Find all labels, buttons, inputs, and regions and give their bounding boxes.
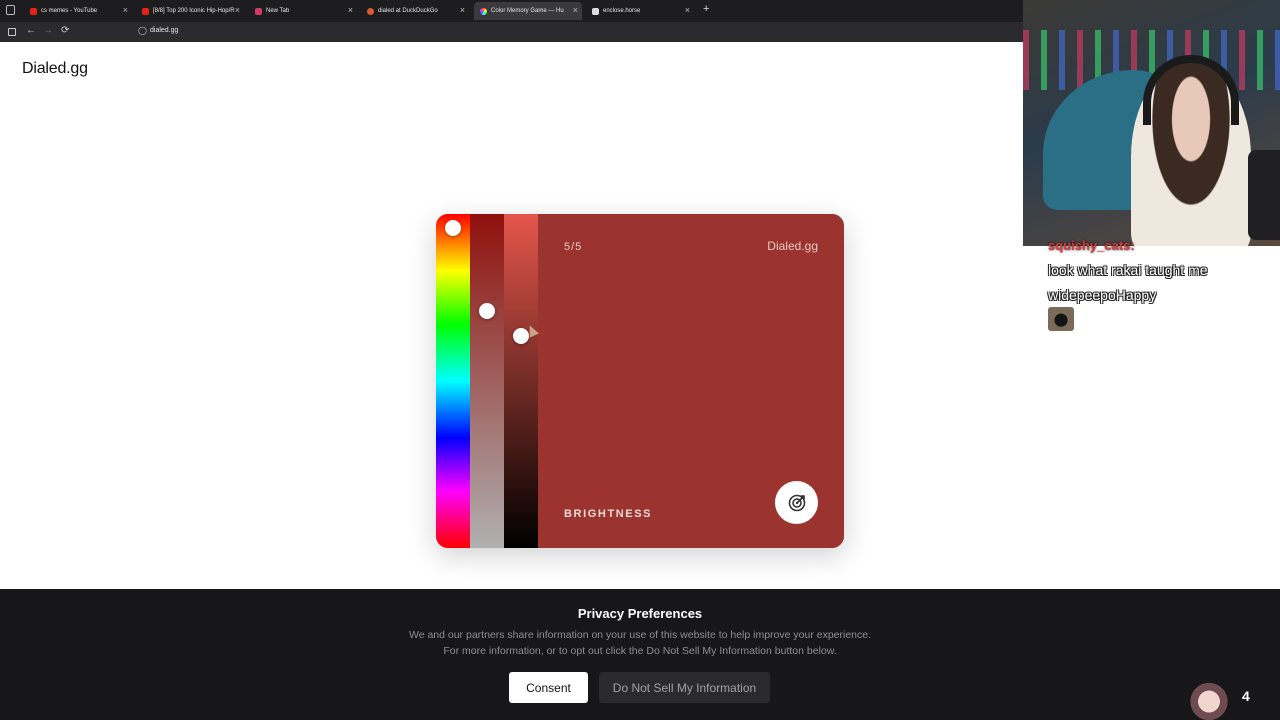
youtube-icon [30,7,37,15]
do-not-sell-button[interactable]: Do Not Sell My Information [599,672,770,703]
youtube-icon [142,7,149,15]
forward-icon[interactable]: → [43,25,53,36]
tab-new-tab[interactable]: New Tab × [249,2,357,20]
new-tab-button[interactable]: + [703,3,709,15]
tab-youtube-hiphop[interactable]: [8/8] Top 200 Iconic Hip-Hop/R × [136,2,244,20]
tab-title: Color Memory Game — Hu [491,8,564,14]
tab-title: dialed at DuckDuckGo [378,8,438,14]
chat-emote-icon [1048,307,1074,331]
duckduckgo-icon [367,7,374,15]
hue-slider-handle[interactable] [445,220,461,236]
tab-youtube-memes[interactable]: cs memes - YouTube × [24,2,132,20]
saturation-slider[interactable] [470,214,504,548]
tab-duckduckgo[interactable]: dialed at DuckDuckGo × [361,2,469,20]
horse-icon [592,7,599,15]
color-picker-card: 5/5 Dialed.gg BRIGHTNESS [436,214,844,548]
close-tab-icon[interactable]: × [460,5,465,15]
color-wheel-icon [480,7,487,15]
consent-title: Privacy Preferences [577,606,703,621]
brightness-slider[interactable] [504,214,538,548]
reload-icon[interactable]: ⟳ [61,25,69,36]
close-tab-icon[interactable]: × [348,5,353,15]
target-icon [788,494,805,511]
slider-mode-label: BRIGHTNESS [564,508,653,520]
consent-button[interactable]: Consent [509,672,588,703]
sidebar-toggle-icon[interactable] [6,5,15,15]
privacy-consent-banner: Privacy Preferences We and our partners … [0,589,1280,720]
card-brand: Dialed.gg [767,239,818,253]
tab-enclose-horse[interactable]: enclose.horse × [586,2,694,20]
sidebar-icon[interactable] [8,28,16,36]
close-tab-icon[interactable]: × [123,5,128,15]
tab-title: New Tab [266,8,290,14]
site-logo[interactable]: Dialed.gg [22,60,88,78]
tab-title: enclose.horse [603,8,641,14]
chat-message: look what rakai taught me widepeepoHappy [1048,262,1208,303]
close-tab-icon[interactable]: × [685,5,690,15]
consent-line: We and our partners share information on… [408,629,872,641]
site-security-icon[interactable]: ◯ [138,26,147,35]
consent-line: For more information, or to opt out clic… [443,645,837,657]
hue-slider[interactable] [436,214,470,548]
submit-guess-button[interactable] [775,481,818,524]
viewer-count: 4 [1242,688,1250,704]
saturation-slider-handle[interactable] [479,303,495,319]
chat-username: squishy_cats: [1048,238,1135,253]
tab-color-memory-game[interactable]: Color Memory Game — Hu × [474,2,582,20]
close-tab-icon[interactable]: × [235,5,240,15]
browser-icon [255,7,262,15]
url-field[interactable]: dialed.gg [150,27,178,34]
microphone-icon [1248,150,1280,240]
close-tab-icon[interactable]: × [573,5,578,15]
round-counter: 5/5 [564,241,583,253]
back-icon[interactable]: ← [26,25,36,36]
tab-title: [8/8] Top 200 Iconic Hip-Hop/R [153,8,235,14]
streamer-webcam [1023,0,1280,246]
tab-title: cs memes - YouTube [41,8,98,14]
streamer-avatar [1188,679,1230,720]
consent-description: We and our partners share information on… [0,627,1280,659]
